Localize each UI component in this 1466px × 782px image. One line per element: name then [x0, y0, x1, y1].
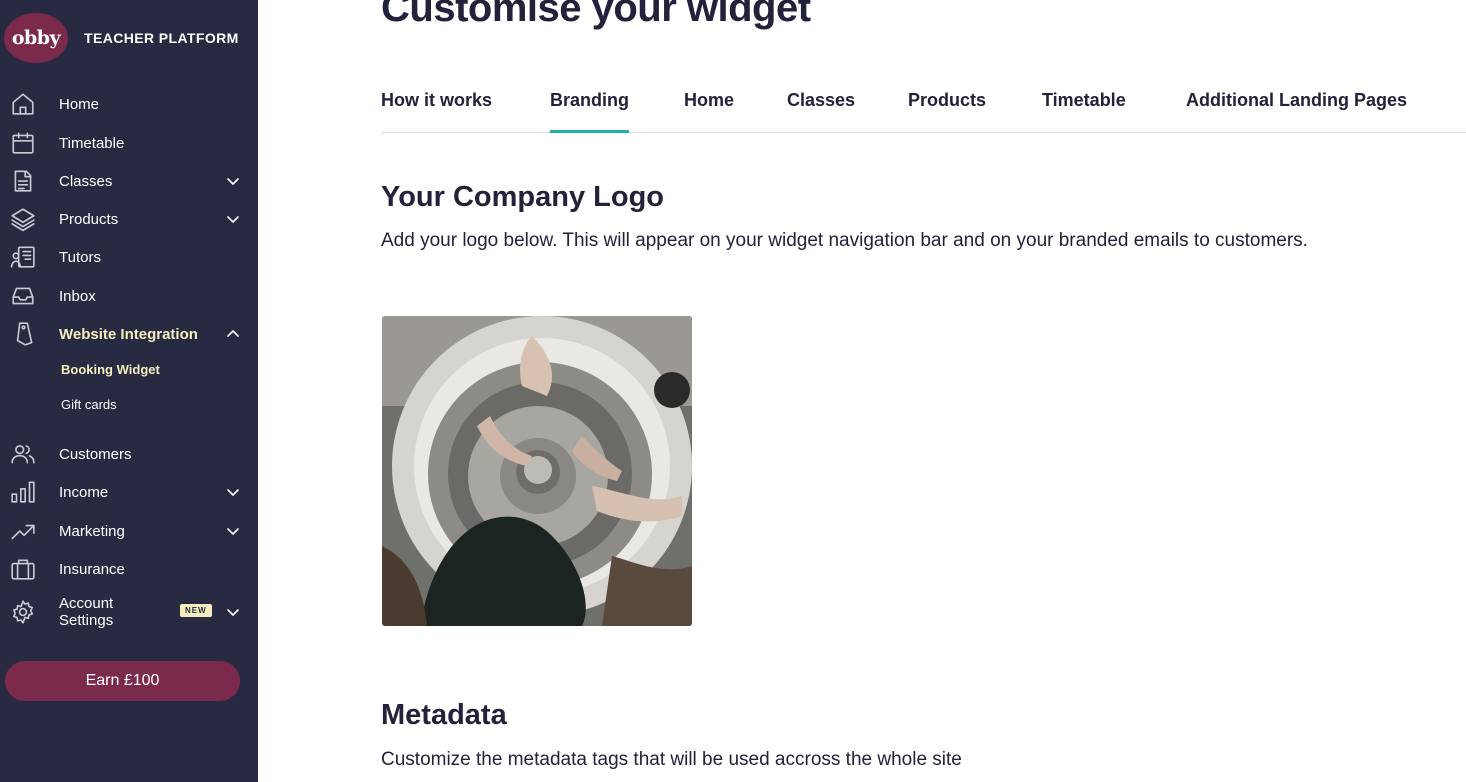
sidebar-item-label: Classes: [59, 172, 113, 190]
chevron-down-icon[interactable]: [226, 524, 240, 538]
pottery-wheel-image: [382, 316, 692, 626]
sidebar-item-label: Customers: [59, 445, 132, 463]
label-line-1: Account: [59, 595, 114, 612]
chevron-down-icon[interactable]: [226, 485, 240, 499]
sidebar-item-insurance[interactable]: Insurance: [0, 551, 258, 587]
tab-products[interactable]: Products: [908, 85, 986, 133]
sidebar-item-account-settings[interactable]: Account Settings NEW: [0, 594, 258, 630]
tab-additional-landing-pages[interactable]: Additional Landing Pages: [1186, 85, 1407, 133]
sidebar-item-marketing[interactable]: Marketing: [0, 513, 258, 549]
sidebar-item-classes[interactable]: Classes: [0, 163, 258, 199]
obby-logo[interactable]: obby: [4, 13, 68, 63]
page-title: Customise your widget: [381, 0, 811, 30]
logo-section-title: Your Company Logo: [381, 181, 665, 213]
users-icon: [10, 441, 36, 467]
tab-branding[interactable]: Branding: [550, 85, 629, 133]
sidebar-item-label: Inbox: [59, 287, 96, 305]
gear-icon: [10, 599, 36, 625]
sidebar-item-label: Tutors: [59, 248, 101, 266]
sidebar-item-products[interactable]: Products: [0, 201, 258, 237]
sidebar-item-income[interactable]: Income: [0, 474, 258, 510]
tutors-icon: [10, 244, 36, 270]
metadata-section-description: Customize the metadata tags that will be…: [381, 749, 962, 770]
chevron-down-icon[interactable]: [226, 212, 240, 226]
sidebar-item-tutors[interactable]: Tutors: [0, 239, 258, 275]
sidebar-item-inbox[interactable]: Inbox: [0, 278, 258, 314]
sidebar-item-label: Website Integration: [59, 325, 198, 343]
sidebar-subitem-booking-widget[interactable]: Booking Widget: [61, 362, 160, 377]
sidebar-item-label: Insurance: [59, 560, 125, 578]
sidebar-item-label: Timetable: [59, 134, 125, 152]
chevron-down-icon[interactable]: [226, 605, 240, 619]
tab-classes[interactable]: Classes: [787, 85, 855, 133]
tab-how-it-works[interactable]: How it works: [381, 85, 492, 133]
bar-chart-icon: [10, 479, 36, 505]
sidebar-item-label: Income: [59, 483, 109, 501]
sidebar-item-label: Marketing: [59, 522, 125, 540]
company-logo-image[interactable]: [382, 316, 692, 626]
tag-icon: [10, 321, 36, 347]
sidebar-item-label: Home: [59, 95, 100, 113]
home-icon: [10, 91, 36, 117]
document-icon: [10, 168, 36, 194]
sidebar-item-timetable[interactable]: Timetable: [0, 125, 258, 161]
main-content: Customise your widget How it works Brand…: [258, 0, 1466, 782]
sidebar-item-customers[interactable]: Customers: [0, 436, 258, 472]
platform-label: TEACHER PLATFORM: [84, 30, 239, 46]
briefcase-icon: [10, 556, 36, 582]
tab-bar: How it works Branding Home Classes Produ…: [381, 85, 1466, 133]
sidebar-item-home[interactable]: Home: [0, 86, 258, 122]
tab-timetable[interactable]: Timetable: [1042, 85, 1126, 133]
sidebar-item-label: Products: [59, 210, 119, 228]
chevron-up-icon[interactable]: [226, 327, 240, 341]
inbox-icon: [10, 283, 36, 309]
sidebar-item-label: Account Settings: [59, 595, 113, 629]
brand: obby TEACHER PLATFORM: [4, 13, 239, 63]
metadata-section-title: Metadata: [381, 699, 507, 731]
sidebar-subitem-gift-cards[interactable]: Gift cards: [61, 397, 117, 412]
label-line-2: Settings: [59, 612, 114, 629]
trending-up-icon: [10, 518, 36, 544]
chevron-down-icon[interactable]: [226, 174, 240, 188]
earn-referral-button[interactable]: Earn £100: [5, 661, 240, 701]
new-badge: NEW: [180, 604, 212, 617]
layers-icon: [10, 206, 36, 232]
calendar-icon: [10, 130, 36, 156]
tab-home[interactable]: Home: [684, 85, 734, 133]
sidebar: obby TEACHER PLATFORM Home Timetable Cla…: [0, 0, 258, 782]
logo-section-description: Add your logo below. This will appear on…: [381, 230, 1308, 251]
sidebar-item-website-integration[interactable]: Website Integration: [0, 316, 258, 352]
